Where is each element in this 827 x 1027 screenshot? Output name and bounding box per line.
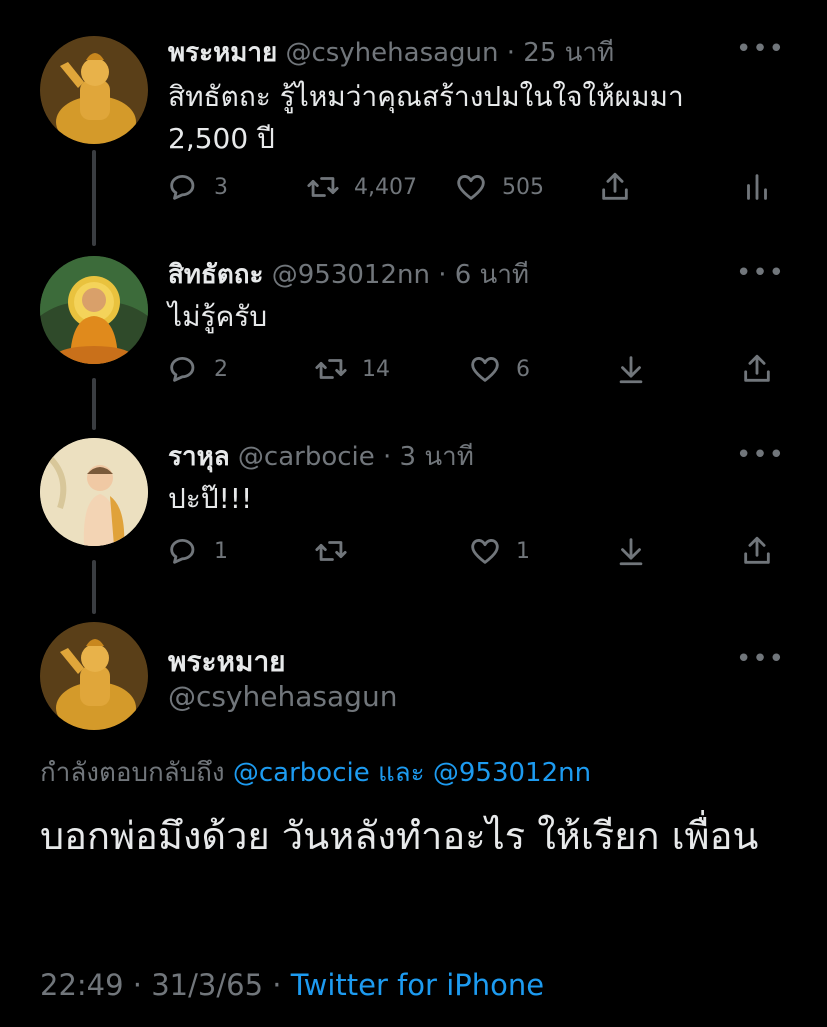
- tweet-text: ไม่รู้ครับ: [168, 300, 268, 333]
- user-handle[interactable]: @953012nn: [272, 260, 430, 290]
- tweet-text: บอกพ่อมึงด้วย วันหลังทำอะไร ให้เรียก เพื…: [40, 814, 759, 858]
- retweet-count: 14: [362, 356, 390, 382]
- avatar-rahula[interactable]: [40, 438, 148, 546]
- more-icon[interactable]: •••: [736, 258, 785, 288]
- retweet-count: 4,407: [354, 174, 417, 200]
- timestamp[interactable]: · 25 นาที: [507, 38, 614, 68]
- download-button[interactable]: [614, 352, 648, 386]
- avatar-buddha-golden[interactable]: [40, 36, 148, 144]
- reply-count: 1: [214, 538, 228, 564]
- mention-link[interactable]: @carbocie: [233, 758, 370, 788]
- share-button[interactable]: [740, 534, 774, 568]
- timestamp[interactable]: · 3 นาที: [383, 442, 474, 472]
- like-count: 1: [516, 538, 530, 564]
- like-count: 6: [516, 356, 530, 382]
- retweet-button[interactable]: 14: [314, 352, 390, 386]
- like-button[interactable]: 6: [468, 352, 530, 386]
- reply-button[interactable]: 1: [166, 534, 228, 568]
- replying-prefix: กำลังตอบกลับถึง: [40, 758, 225, 788]
- share-icon: [744, 354, 770, 382]
- avatar-buddha-golden[interactable]: [40, 622, 148, 730]
- analytics-button[interactable]: [740, 170, 774, 204]
- replying-to: กำลังตอบกลับถึง @carbocie และ @953012nn: [40, 752, 591, 793]
- retweet-icon: [315, 541, 347, 561]
- share-button[interactable]: [740, 352, 774, 386]
- download-icon: [619, 538, 643, 566]
- tweet-actions: 3 4,407 505: [0, 170, 827, 210]
- tweet-header: ราหุล @carbocie · 3 นาที: [168, 436, 474, 477]
- tweet-actions: 2 14 6: [0, 352, 827, 392]
- source-link[interactable]: Twitter for iPhone: [291, 968, 544, 1002]
- like-button[interactable]: 1: [468, 534, 530, 568]
- tweet-actions: 1 1: [0, 534, 827, 574]
- tweet-header: พระหมาย @csyhehasagun · 25 นาที: [168, 32, 614, 73]
- user-handle[interactable]: @csyhehasagun: [168, 680, 397, 713]
- like-count: 505: [502, 174, 544, 200]
- heart-icon: [457, 175, 485, 200]
- reply-icon: [170, 356, 195, 382]
- timestamp[interactable]: · 6 นาที: [438, 260, 529, 290]
- avatar-buddha-halo[interactable]: [40, 256, 148, 364]
- display-name[interactable]: ราหุล: [168, 442, 230, 472]
- mention-link[interactable]: @953012nn: [433, 758, 591, 788]
- retweet-icon: [307, 177, 339, 197]
- tweet-text: สิทธัตถะ รู้ไหมว่าคุณสร้างปมในใจให้ผมมา …: [168, 80, 684, 155]
- reply-icon: [170, 174, 195, 200]
- user-handle[interactable]: @carbocie: [238, 442, 375, 472]
- timestamp[interactable]: 22:49 · 31/3/65 ·: [40, 968, 281, 1002]
- replying-and: และ: [377, 758, 425, 788]
- heart-icon: [471, 357, 499, 382]
- share-icon: [744, 536, 770, 564]
- retweet-button[interactable]: [314, 534, 362, 568]
- reply-count: 3: [214, 174, 228, 200]
- more-icon[interactable]: •••: [736, 644, 785, 674]
- retweet-button[interactable]: 4,407: [306, 170, 417, 204]
- tweet-header: สิทธัตถะ @953012nn · 6 นาที: [168, 254, 529, 295]
- reply-icon: [170, 538, 195, 564]
- heart-icon: [471, 539, 499, 564]
- user-handle[interactable]: @csyhehasagun: [285, 38, 498, 68]
- reply-count: 2: [214, 356, 228, 382]
- tweet-text: ปะป๊!!!: [168, 482, 253, 515]
- download-icon: [619, 356, 643, 384]
- reply-button[interactable]: 3: [166, 170, 228, 204]
- analytics-icon: [747, 174, 767, 200]
- retweet-icon: [315, 359, 347, 379]
- display-name[interactable]: พระหมาย: [168, 640, 286, 684]
- share-icon: [602, 172, 628, 200]
- reply-button[interactable]: 2: [166, 352, 228, 386]
- share-button[interactable]: [598, 170, 632, 204]
- more-icon[interactable]: •••: [736, 34, 785, 64]
- more-icon[interactable]: •••: [736, 440, 785, 470]
- display-name[interactable]: สิทธัตถะ: [168, 260, 263, 290]
- tweet-meta: 22:49 · 31/3/65 · Twitter for iPhone: [40, 968, 544, 1002]
- display-name[interactable]: พระหมาย: [168, 38, 277, 68]
- download-button[interactable]: [614, 534, 648, 568]
- like-button[interactable]: 505: [454, 170, 544, 204]
